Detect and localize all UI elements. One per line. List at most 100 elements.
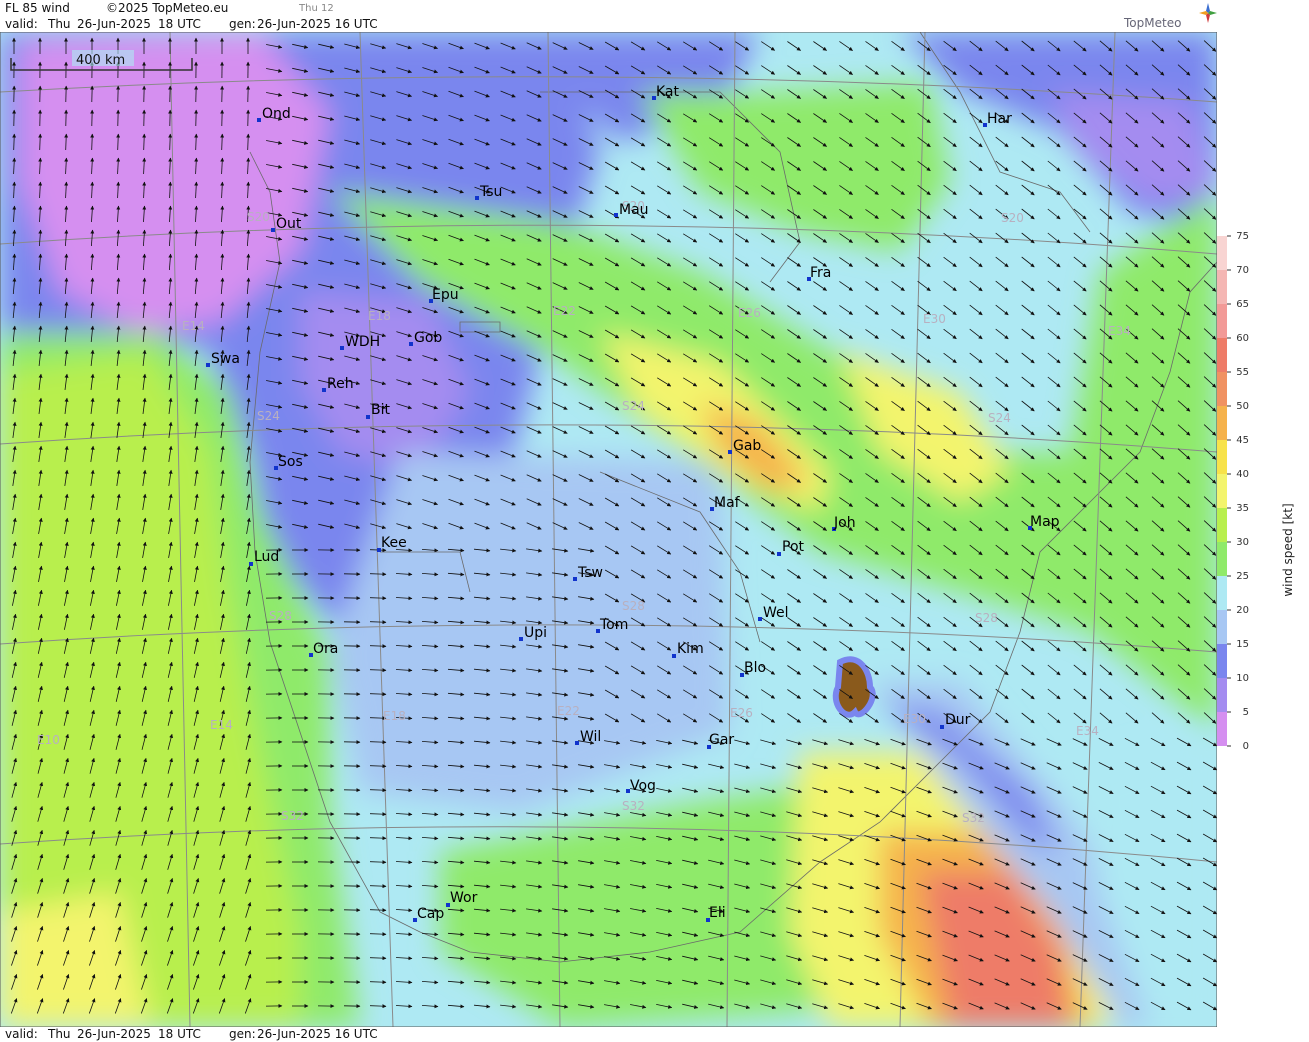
city-marker — [519, 637, 523, 641]
footer-gen-value: 26-Jun-2025 16 UTC — [257, 1027, 378, 1041]
legend-swatch — [1217, 576, 1227, 610]
legend-swatch — [1217, 678, 1227, 712]
brand-name: TopMeteo — [1124, 16, 1182, 30]
city-name: Maf — [714, 495, 741, 511]
city-name: Kee — [381, 535, 407, 551]
city-blo: Blo — [740, 660, 766, 677]
city-name: Vog — [630, 778, 656, 794]
city-name: Sos — [278, 454, 303, 470]
city-marker — [758, 617, 762, 621]
city-marker — [257, 118, 261, 122]
legend-tick-label: 5 — [1243, 707, 1249, 718]
city-marker — [573, 577, 577, 581]
city-gab: Gab — [728, 438, 761, 454]
legend-tick-label: 40 — [1236, 469, 1249, 480]
legend-swatch — [1217, 338, 1227, 372]
city-name: Gob — [414, 330, 442, 346]
legend-tick-label: 15 — [1236, 639, 1249, 650]
legend-swatch — [1217, 270, 1227, 304]
footer-bar: valid: Thu 26-Jun-2025 18 UTC gen: 26-Ju… — [0, 1027, 1217, 1042]
city-name: Kat — [656, 84, 680, 100]
city-name: Map — [1030, 514, 1060, 530]
legend-swatch — [1217, 542, 1227, 576]
city-name: Ond — [262, 106, 291, 122]
city-wdh: WDH — [340, 334, 380, 350]
legend-tick-label: 30 — [1236, 537, 1249, 548]
city-name: Gar — [709, 732, 734, 748]
legend-swatch — [1217, 508, 1227, 542]
grid-label: S28 — [622, 599, 645, 613]
city-reh: Reh — [322, 376, 354, 392]
city-name: Blo — [744, 660, 766, 676]
valid-time: 18 UTC — [158, 17, 201, 31]
city-name: Pot — [782, 539, 805, 555]
valid-day: Thu — [48, 17, 71, 31]
legend-tick-label: 70 — [1236, 265, 1249, 276]
grid-label: S28 — [269, 609, 292, 623]
city-name: Bit — [371, 402, 390, 418]
legend-tick-label: 75 — [1236, 231, 1249, 242]
chart-title: FL 85 wind — [5, 1, 70, 15]
city-joh: Joh — [832, 515, 856, 531]
grid-label: S20 — [1001, 211, 1024, 225]
city-kim: Kim — [672, 641, 704, 658]
city-name: Har — [987, 111, 1012, 127]
city-name: Wil — [580, 729, 601, 745]
city-name: Dur — [945, 712, 971, 728]
city-name: Kim — [677, 641, 704, 657]
grid-label: E22 — [557, 704, 580, 718]
city-name: Wor — [450, 890, 478, 906]
legend-swatch — [1217, 236, 1227, 270]
footer-valid-date: 26-Jun-2025 — [77, 1027, 151, 1041]
gen-value: 26-Jun-2025 16 UTC — [257, 17, 378, 31]
legend-title: wind speed [kt] — [1281, 503, 1295, 596]
city-kat: Kat — [652, 84, 680, 100]
valid-date: 26-Jun-2025 — [77, 17, 151, 31]
city-marker — [672, 654, 676, 658]
city-pot: Pot — [777, 539, 805, 556]
city-name: Lud — [254, 549, 279, 565]
city-name: Upi — [524, 625, 547, 641]
city-marker — [575, 741, 579, 745]
grid-label: S20 — [247, 210, 270, 224]
legend-swatch — [1217, 440, 1227, 474]
city-gob: Gob — [409, 330, 442, 346]
city-out: Out — [271, 216, 302, 232]
city-marker — [777, 552, 781, 556]
grid-label: E34 — [1108, 324, 1131, 338]
city-name: Tsw — [577, 565, 603, 581]
grid-label: E22 — [553, 304, 576, 318]
city-marker — [409, 342, 413, 346]
city-ond: Ond — [257, 106, 291, 122]
city-ora: Ora — [309, 641, 338, 657]
grid-label: S32 — [281, 809, 304, 823]
scale-label: 400 km — [76, 53, 125, 68]
legend-tick-label: 35 — [1236, 503, 1249, 514]
legend-tick-label: 45 — [1236, 435, 1249, 446]
legend-tick-label: 50 — [1236, 401, 1249, 412]
city-cap: Cap — [413, 906, 444, 922]
city-name: Out — [276, 216, 302, 232]
legend-swatch — [1217, 372, 1227, 406]
legend-tick-label: 25 — [1236, 571, 1249, 582]
city-name: Tom — [599, 617, 628, 633]
city-fra: Fra — [807, 265, 831, 281]
city-swa: Swa — [206, 351, 240, 367]
city-tsw: Tsw — [573, 565, 603, 581]
forecast-step: Thu 12 — [299, 3, 334, 14]
legend-colorbar: 0 5 10 15 20 25 30 35 40 45 50 55 60 65 70 75 wind spee… — [1217, 231, 1295, 752]
legend-swatch — [1217, 474, 1227, 508]
city-marker — [475, 196, 479, 200]
legend-swatch — [1217, 406, 1227, 440]
city-tom: Tom — [596, 617, 628, 633]
grid-label: E34 — [1076, 724, 1099, 738]
city-name: Ora — [313, 641, 338, 657]
city-marker — [271, 228, 275, 232]
grid-label: S24 — [622, 399, 645, 413]
city-marker — [340, 346, 344, 350]
city-marker — [614, 213, 618, 217]
footer-valid-time: 18 UTC — [158, 1027, 201, 1041]
grid-label: E30 — [903, 712, 926, 726]
city-mau: Mau — [614, 202, 649, 218]
grid-label: S32 — [962, 811, 985, 825]
